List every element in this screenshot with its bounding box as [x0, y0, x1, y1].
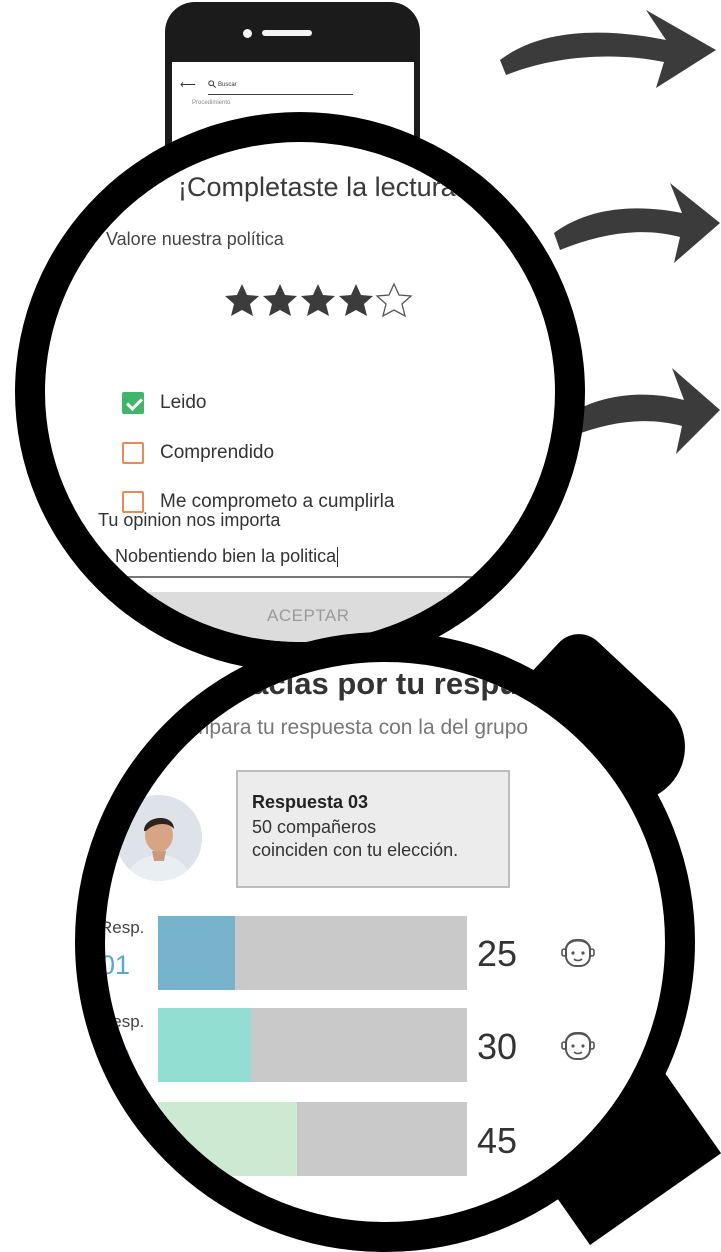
- star-filled-icon[interactable]: [337, 282, 375, 318]
- star-filled-icon[interactable]: [223, 282, 261, 318]
- search-icon[interactable]: [208, 80, 216, 88]
- magnifier-lens-survey: ¡Completaste la lectura! Valore nuestra …: [15, 112, 585, 672]
- back-arrow-icon[interactable]: ⟵: [180, 78, 196, 91]
- results-subtitle: Compara tu respuesta con la del grupo: [165, 716, 529, 739]
- magnifier-lens-results: Gracias por tu respuesta Compara tu resp…: [75, 632, 695, 1252]
- avatar: [116, 795, 202, 881]
- results-title: Gracias por tu respuesta: [215, 666, 581, 701]
- bar-value: 30: [477, 1026, 518, 1067]
- bar-fill: [158, 1008, 251, 1082]
- star-empty-icon[interactable]: [375, 282, 413, 318]
- search-input[interactable]: Buscar: [218, 82, 237, 88]
- bar-tag: Resp.: [100, 918, 145, 937]
- bar-track: [158, 916, 467, 990]
- star-filled-icon[interactable]: [261, 282, 299, 318]
- bar-tag: Resp.: [100, 1012, 145, 1031]
- bar-value: 25: [477, 933, 518, 974]
- checkbox-label: Leido: [160, 392, 207, 413]
- phone-camera: [243, 29, 252, 38]
- bar-number: 01: [100, 950, 131, 980]
- star-filled-icon[interactable]: [299, 282, 337, 318]
- user-face-icon: [561, 939, 595, 967]
- bar-fill: [158, 916, 236, 990]
- rating-prompt: Valore nuestra política: [106, 229, 284, 249]
- checkbox-label: Comprendido: [160, 442, 275, 463]
- opinion-field[interactable]: Nobentiendo bien la politica: [115, 546, 535, 578]
- user-face-icon: [561, 1032, 595, 1060]
- checkbox-icon[interactable]: [122, 442, 144, 464]
- text-caret: [337, 547, 339, 568]
- arrow-icon: [500, 10, 716, 88]
- bar-number: 02: [100, 1043, 131, 1073]
- arrow-icon: [554, 183, 720, 263]
- response-card-title: Respuesta 03: [252, 792, 369, 812]
- bar-fill: [158, 1102, 298, 1176]
- phone-speaker: [262, 30, 312, 36]
- bar-track: [158, 1008, 467, 1082]
- star-rating[interactable]: [223, 282, 413, 318]
- list-item[interactable]: Procedimiento: [192, 100, 230, 106]
- accept-button-label: ACEPTAR: [267, 606, 350, 625]
- search-underline: [208, 94, 353, 95]
- bar-value: 45: [477, 1120, 518, 1161]
- opinion-value: Nobentiendo bien la politica: [115, 546, 337, 566]
- checkbox-icon[interactable]: [122, 392, 144, 414]
- completion-title: ¡Completaste la lectura!: [178, 172, 464, 202]
- avatar-photo: [116, 795, 202, 881]
- response-card-line: coinciden con tu elección.: [252, 840, 459, 860]
- response-card-line: 50 compañeros: [252, 817, 377, 837]
- opinion-label: Tu opinion nos importa: [98, 510, 281, 530]
- checkbox-comprendido[interactable]: Comprendido: [122, 442, 274, 464]
- bar-track: [158, 1102, 467, 1176]
- checkbox-leido[interactable]: Leido: [122, 392, 207, 414]
